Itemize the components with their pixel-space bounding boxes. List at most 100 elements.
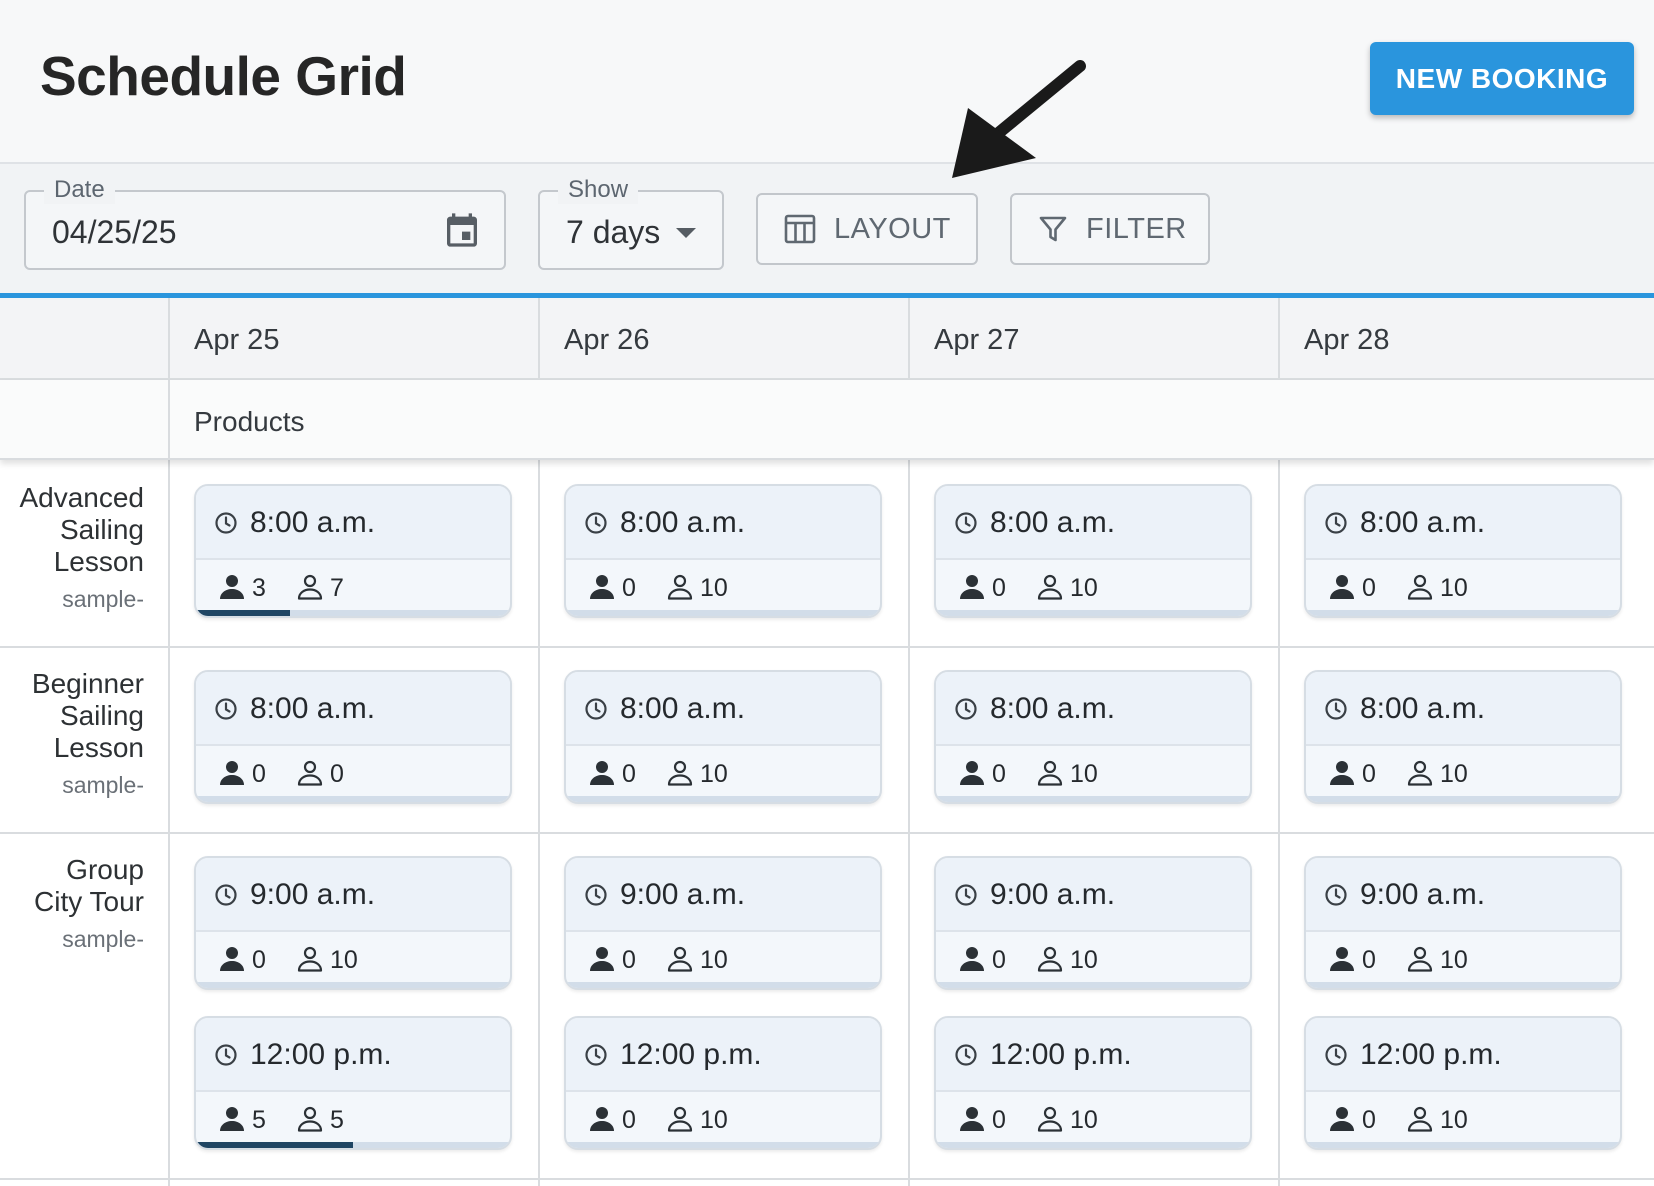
products-label: Products — [194, 406, 305, 437]
slot-capacity-row: 0 10 — [1306, 934, 1620, 984]
schedule-grid: Apr 25 Apr 26 Apr 27 Apr 28 Products Advanc… — [0, 298, 1654, 1186]
slot-time: 8:00 a.m. — [250, 506, 376, 539]
clock-icon — [214, 697, 238, 726]
person-filled-icon — [1328, 760, 1356, 791]
filter-button[interactable]: FILTER — [1010, 193, 1210, 265]
slot-time-row: 9:00 a.m. — [196, 858, 510, 932]
time-slot-card[interactable]: 12:00 p.m. 0 10 — [934, 1016, 1252, 1150]
slot-time: 9:00 a.m. — [620, 878, 746, 911]
calendar-icon[interactable] — [442, 209, 482, 251]
slot-time: 8:00 a.m. — [990, 506, 1116, 539]
time-slot-card[interactable]: 8:00 a.m. 0 10 — [1304, 484, 1622, 618]
clock-icon — [214, 883, 238, 912]
slot-capacity-row: 0 10 — [566, 934, 880, 984]
caret-down-icon — [676, 228, 696, 238]
capacity-bar — [196, 982, 510, 988]
product-name: Sailing — [59, 700, 144, 731]
booked-count: 0 — [622, 946, 636, 974]
booked-count: 0 — [252, 760, 266, 788]
booked-count: 5 — [252, 1106, 266, 1134]
time-slot-card[interactable]: 12:00 p.m. 0 10 — [564, 1016, 882, 1150]
person-filled-icon — [588, 946, 616, 977]
booked-count: 0 — [1362, 574, 1376, 602]
time-slot-card[interactable]: 12:00 p.m. 5 5 — [194, 1016, 512, 1150]
page-header: Schedule Grid NEW BOOKING — [0, 0, 1654, 164]
time-slot-card[interactable]: 8:00 a.m. 0 10 — [934, 484, 1252, 618]
clock-icon — [214, 1043, 238, 1072]
slot-capacity-row: 00 — [196, 748, 510, 798]
booked-count: 0 — [992, 1106, 1006, 1134]
capacity-bar — [566, 796, 880, 802]
slot-time: 12:00 p.m. — [620, 1038, 762, 1071]
column-divider — [538, 460, 540, 1186]
capacity-bar — [1306, 796, 1620, 802]
slot-capacity-row: 0 10 — [566, 562, 880, 612]
time-slot-card[interactable]: 9:00 a.m. 0 10 — [1304, 856, 1622, 990]
slot-time: 8:00 a.m. — [620, 692, 746, 725]
date-input[interactable]: 04/25/25 — [52, 214, 177, 251]
clock-icon — [954, 697, 978, 726]
new-booking-button[interactable]: NEW BOOKING — [1370, 42, 1634, 115]
slot-time-row: 8:00 a.m. — [566, 672, 880, 746]
slot-time-row: 8:00 a.m. — [566, 486, 880, 560]
slot-capacity-row: 0 10 — [936, 1094, 1250, 1144]
available-count: 10 — [1070, 946, 1098, 974]
funnel-icon — [1039, 216, 1067, 242]
person-filled-icon — [958, 760, 986, 791]
booked-count: 0 — [622, 760, 636, 788]
time-slot-card[interactable]: 9:00 a.m. 0 10 — [564, 856, 882, 990]
clock-icon — [584, 883, 608, 912]
slot-capacity-row: 0 10 — [936, 562, 1250, 612]
available-count: 10 — [700, 574, 728, 602]
capacity-bar — [936, 610, 1250, 616]
slot-capacity-row: 0 10 — [936, 934, 1250, 984]
capacity-bar — [196, 1142, 510, 1148]
slot-time-row: 9:00 a.m. — [936, 858, 1250, 932]
time-slot-card[interactable]: 8:00 a.m. 3 7 — [194, 484, 512, 618]
available-count: 7 — [330, 574, 344, 602]
person-outline-icon — [296, 760, 324, 791]
time-slot-card[interactable]: 9:00 a.m. 0 10 — [934, 856, 1252, 990]
capacity-bar-fill — [196, 1142, 353, 1148]
available-count: 10 — [1440, 946, 1468, 974]
available-count: 10 — [1070, 574, 1098, 602]
time-slot-card[interactable]: 8:00 a.m. 0 0 — [194, 670, 512, 804]
capacity-bar — [196, 796, 510, 802]
clock-icon — [584, 1043, 608, 1072]
booked-count: 0 — [1362, 946, 1376, 974]
column-divider — [908, 460, 910, 1186]
date-field[interactable]: Date 04/25/25 — [24, 176, 506, 270]
time-slot-card[interactable]: 8:00 a.m. 0 10 — [564, 484, 882, 618]
slot-capacity-row: 0 10 — [936, 748, 1250, 798]
booked-count: 0 — [1362, 760, 1376, 788]
show-select[interactable]: Show 7 days — [538, 176, 724, 270]
time-slot-card[interactable]: 8:00 a.m. 0 10 — [564, 670, 882, 804]
capacity-bar-fill — [196, 610, 291, 616]
person-filled-icon — [218, 1106, 246, 1137]
person-outline-icon — [1036, 1106, 1064, 1137]
column-divider — [1278, 460, 1280, 1186]
time-slot-card[interactable]: 8:00 a.m. 0 10 — [934, 670, 1252, 804]
slot-time: 8:00 a.m. — [250, 692, 376, 725]
layout-button[interactable]: LAYOUT — [756, 193, 978, 265]
day-header: Apr 27 — [908, 298, 1278, 380]
capacity-bar — [1306, 982, 1620, 988]
available-count: 10 — [1440, 1106, 1468, 1134]
day-header: Apr 26 — [538, 298, 908, 380]
time-slot-card[interactable]: 8:00 a.m. 0 10 — [1304, 670, 1622, 804]
clock-icon — [1324, 697, 1348, 726]
time-slot-card[interactable]: 12:00 p.m. 0 10 — [1304, 1016, 1622, 1150]
slot-time-row: 12:00 p.m. — [566, 1018, 880, 1092]
slot-capacity-row: 0 10 — [1306, 748, 1620, 798]
row-divider — [0, 1178, 1654, 1180]
arrow-icon — [952, 60, 1086, 178]
capacity-bar — [566, 1142, 880, 1148]
available-count: 10 — [1440, 760, 1468, 788]
clock-icon — [1324, 1043, 1348, 1072]
person-outline-icon — [296, 574, 324, 605]
slot-time-row: 8:00 a.m. — [1306, 672, 1620, 746]
available-count: 10 — [700, 946, 728, 974]
time-slot-card[interactable]: 9:00 a.m. 0 10 — [194, 856, 512, 990]
slot-time-row: 12:00 p.m. — [196, 1018, 510, 1092]
slot-time-row: 8:00 a.m. — [1306, 486, 1620, 560]
